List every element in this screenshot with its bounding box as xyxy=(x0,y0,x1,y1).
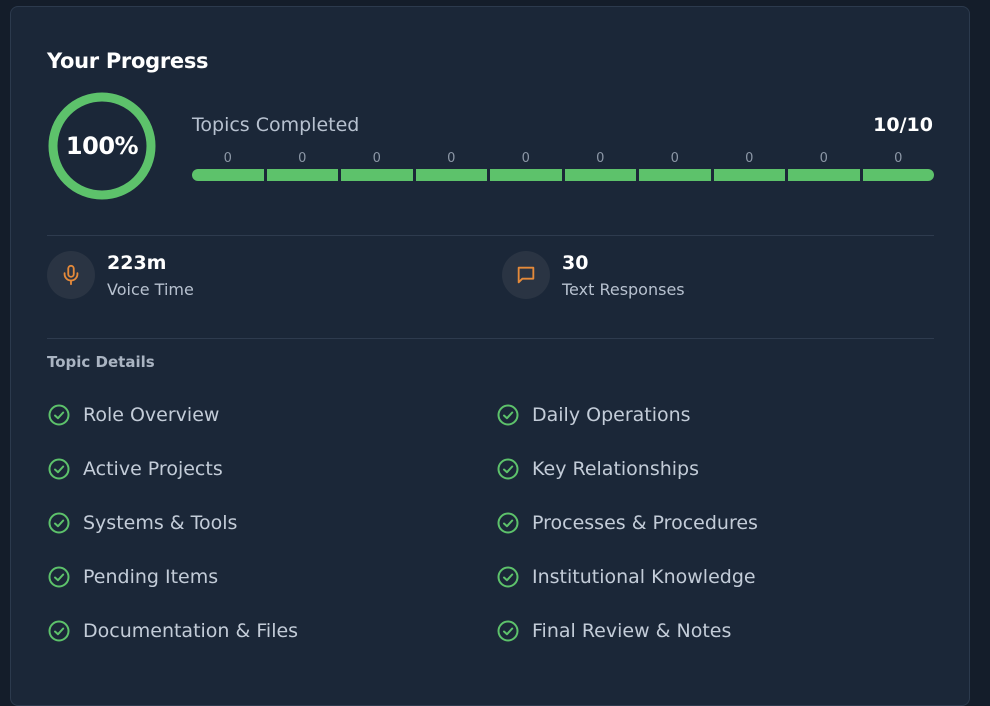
progress-card: Your Progress 100% Topics Completed 10/1… xyxy=(10,6,970,706)
progress-segment xyxy=(788,169,860,181)
topic-label: Documentation & Files xyxy=(83,620,299,642)
topic-item: Role Overview xyxy=(47,403,219,427)
check-circle-icon xyxy=(497,566,519,588)
topic-label: Active Projects xyxy=(83,458,223,480)
topic-item: Key Relationships xyxy=(496,457,699,481)
microphone-icon xyxy=(47,251,95,299)
topic-details-heading: Topic Details xyxy=(47,353,155,371)
progress-ring: 100% xyxy=(47,91,157,201)
check-circle-icon xyxy=(48,458,70,480)
progress-percent: 100% xyxy=(65,132,139,160)
topic-item: Systems & Tools xyxy=(47,511,237,535)
topic-label: Pending Items xyxy=(83,566,219,588)
progress-segment xyxy=(490,169,562,181)
progress-segment xyxy=(564,169,636,181)
segment-count: 0 xyxy=(447,151,456,166)
topic-label: Key Relationships xyxy=(532,458,700,480)
segment-count: 0 xyxy=(819,151,828,166)
topic-item: Final Review & Notes xyxy=(496,619,731,643)
check-circle-icon xyxy=(497,458,519,480)
topic-label: Final Review & Notes xyxy=(532,620,732,642)
segment-count: 0 xyxy=(372,151,381,166)
progress-segment xyxy=(415,169,487,181)
topic-item: Institutional Knowledge xyxy=(496,565,756,589)
topic-item: Documentation & Files xyxy=(47,619,298,643)
text-responses-value: 30 xyxy=(562,252,589,274)
check-circle-icon xyxy=(497,404,519,426)
progress-segment xyxy=(862,169,934,181)
check-circle-icon xyxy=(497,512,519,534)
topic-label: Daily Operations xyxy=(532,404,691,426)
check-circle-icon xyxy=(48,566,70,588)
check-circle-icon xyxy=(48,512,70,534)
progress-segment xyxy=(266,169,338,181)
topic-item: Active Projects xyxy=(47,457,223,481)
segment-count: 0 xyxy=(298,151,307,166)
card-title: Your Progress xyxy=(47,49,209,73)
check-circle-icon xyxy=(497,620,519,642)
topics-completed-count: 10/10 xyxy=(873,114,933,136)
voice-time-label: Voice Time xyxy=(107,280,194,299)
progress-segment xyxy=(713,169,785,181)
segment-count: 0 xyxy=(521,151,530,166)
topic-item: Processes & Procedures xyxy=(496,511,758,535)
text-responses-label: Text Responses xyxy=(562,280,685,299)
topic-item: Daily Operations xyxy=(496,403,691,427)
progress-segment xyxy=(192,169,264,181)
topics-completed-label: Topics Completed xyxy=(192,114,360,136)
check-circle-icon xyxy=(48,620,70,642)
topic-label: Processes & Procedures xyxy=(532,512,758,534)
segment-count: 0 xyxy=(894,151,903,166)
topic-item: Pending Items xyxy=(47,565,218,589)
voice-time-value: 223m xyxy=(107,252,167,274)
divider xyxy=(47,235,934,236)
segment-counts: 0 0 0 0 0 0 0 0 0 0 xyxy=(192,151,934,166)
check-circle-icon xyxy=(48,404,70,426)
progress-segment xyxy=(639,169,711,181)
divider xyxy=(47,338,934,339)
topic-label: Institutional Knowledge xyxy=(532,566,756,588)
segment-count: 0 xyxy=(670,151,679,166)
topic-label: Role Overview xyxy=(83,404,220,426)
segment-count: 0 xyxy=(223,151,232,166)
progress-segment xyxy=(341,169,413,181)
topic-label: Systems & Tools xyxy=(83,512,238,534)
chat-bubble-icon xyxy=(502,251,550,299)
segment-count: 0 xyxy=(745,151,754,166)
segment-count: 0 xyxy=(596,151,605,166)
segmented-progress-bar xyxy=(192,169,934,181)
